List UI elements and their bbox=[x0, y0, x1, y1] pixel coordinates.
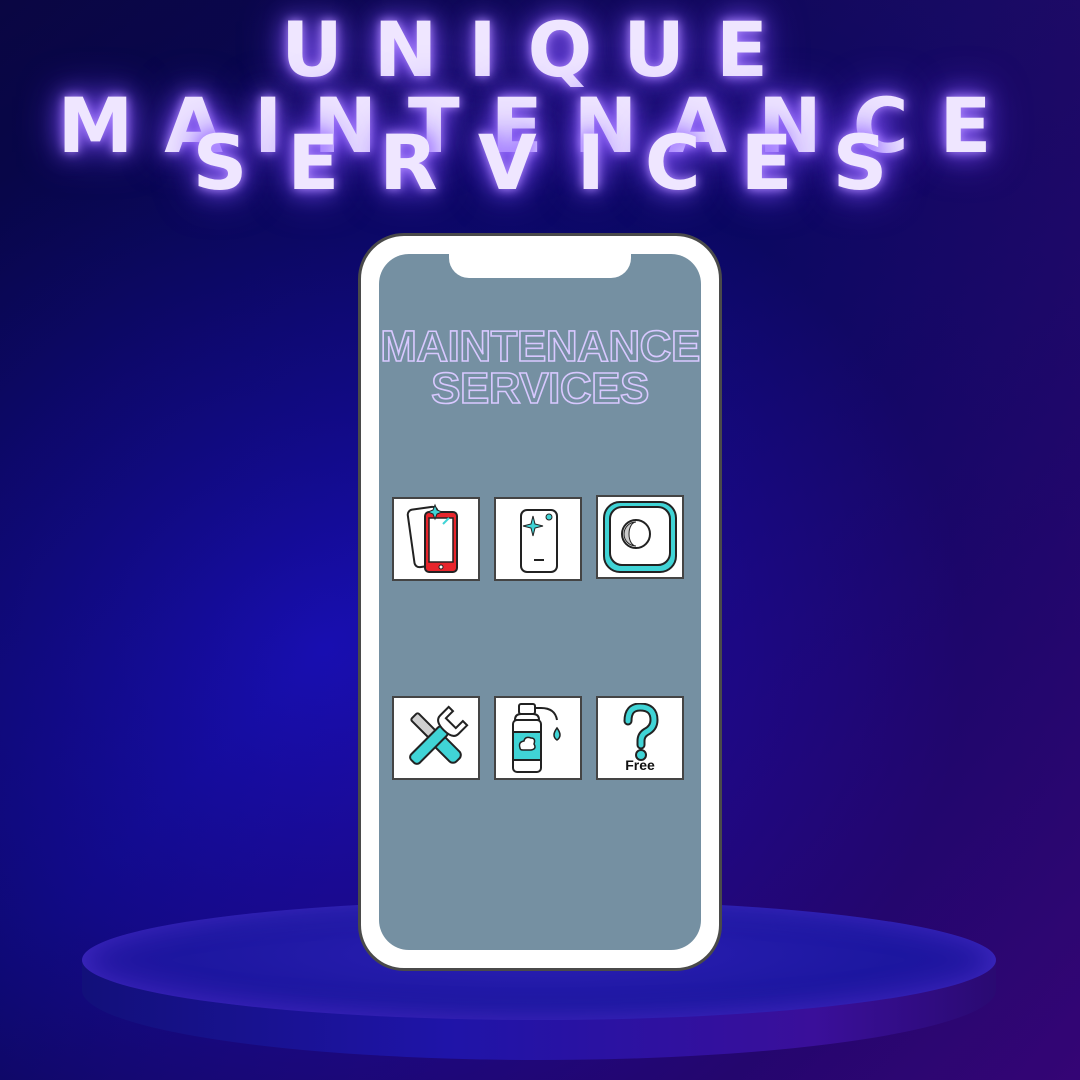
question-mark-icon bbox=[623, 703, 659, 761]
phone-shine-icon bbox=[520, 509, 558, 573]
phone-notch bbox=[449, 254, 631, 278]
service-tile-free-inquiry[interactable]: Free bbox=[596, 696, 684, 780]
screen-protector-icon bbox=[406, 503, 458, 573]
service-tile-cleaning-spray[interactable] bbox=[494, 696, 582, 780]
free-label: Free bbox=[625, 757, 655, 773]
service-tile-screen-protector[interactable] bbox=[392, 497, 480, 581]
service-tile-phone-shine[interactable] bbox=[494, 497, 582, 581]
service-tile-button[interactable] bbox=[596, 495, 684, 579]
phone-screen: MAINTENANCE SERVICES Free bbox=[379, 254, 701, 950]
screen-title-line-2: SERVICES bbox=[430, 364, 650, 413]
button-icon bbox=[603, 501, 677, 573]
cleaning-spray-icon bbox=[512, 703, 561, 773]
tools-icon bbox=[409, 705, 469, 765]
headline-line-2: SERVICES bbox=[192, 118, 928, 207]
service-tile-repair-tools[interactable] bbox=[392, 696, 480, 780]
